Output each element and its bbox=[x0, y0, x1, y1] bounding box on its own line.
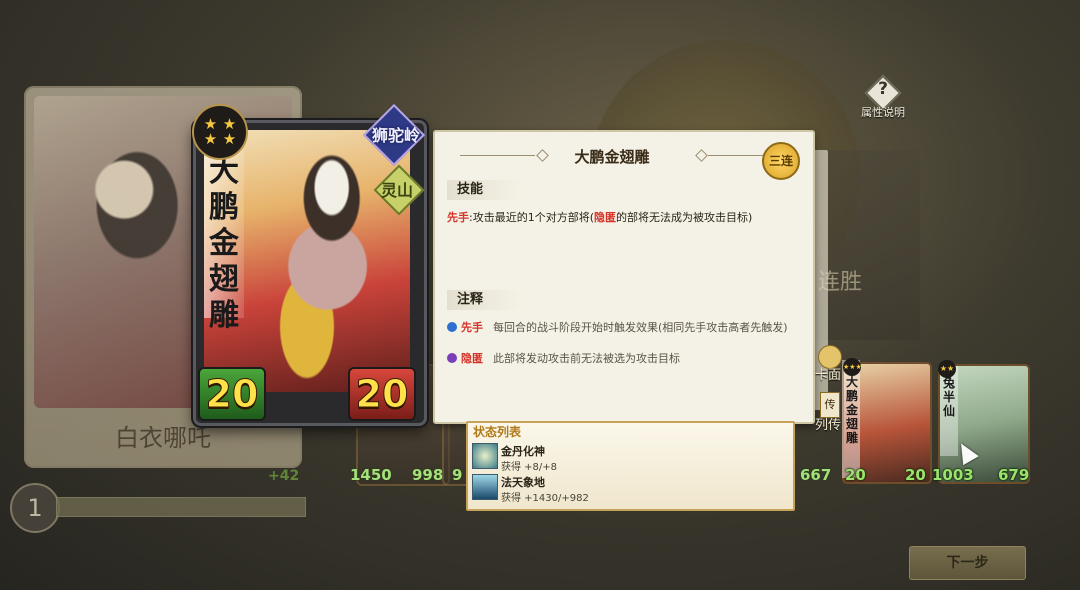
note-item: 先手 每回合的战斗阶段开始时触发效果(相同先手攻击高者先触发) bbox=[447, 320, 797, 335]
roster-card-name: 大鹏金翅雕 bbox=[845, 375, 858, 445]
card-face-tab[interactable]: 卡面 bbox=[815, 364, 841, 383]
sub-faction-label: 灵山 bbox=[380, 181, 413, 200]
stealth-icon bbox=[447, 353, 457, 363]
note-text: 每回合的战斗阶段开始时触发效果(相同先手攻击高者先触发) bbox=[493, 321, 788, 334]
bench-card-attack: 1450 bbox=[350, 466, 392, 484]
next-step-button[interactable]: 下一步 bbox=[909, 546, 1026, 580]
experience-gain: +42 bbox=[268, 468, 300, 484]
biography-tab[interactable]: 列传 bbox=[815, 414, 841, 433]
note-text: 此部将发动攻击前无法被选为攻击目标 bbox=[493, 352, 680, 365]
note-keyword: 先手 bbox=[461, 321, 483, 334]
bench-card-health: 998 bbox=[412, 466, 444, 484]
bench-card-health: 667 bbox=[800, 466, 832, 484]
star-icon: ★ bbox=[203, 130, 218, 148]
globe-icon bbox=[447, 322, 457, 332]
roster-card-name: 兔半仙 bbox=[942, 376, 955, 418]
experience-bar bbox=[56, 497, 306, 517]
notes-header: 注释 bbox=[447, 290, 521, 310]
golden-elixir-icon bbox=[472, 443, 498, 469]
status-list-title: 状态列表 bbox=[473, 425, 522, 439]
giant-form-icon bbox=[472, 474, 498, 500]
health-stat: 20 bbox=[348, 367, 416, 421]
skill-text: 的部将无法成为被攻击目标) bbox=[616, 211, 753, 224]
bench-card-attack: 9 bbox=[452, 466, 463, 484]
star-icon: ★ bbox=[222, 130, 237, 148]
skill-description: 先手:攻击最近的1个对方部将(隐匿的部将无法成为被攻击目标) bbox=[447, 209, 797, 225]
skill-keyword: 先手 bbox=[447, 211, 469, 224]
panel-title: 大鹏金翅雕 bbox=[574, 148, 650, 166]
attribute-help-label[interactable]: 属性说明 bbox=[855, 104, 911, 120]
status-name: 法天象地 bbox=[501, 476, 545, 489]
roster-card-health: 20 bbox=[905, 466, 926, 484]
roster-card-health: 679 bbox=[998, 466, 1030, 484]
note-item: 隐匿 此部将发动攻击前无法被选为攻击目标 bbox=[447, 351, 797, 366]
level-badge: 1 bbox=[10, 483, 60, 533]
hero-info-panel bbox=[433, 130, 815, 424]
skill-text: :攻击最近的1个对方部将( bbox=[469, 211, 594, 224]
hero-name: 大鹏金翅雕 bbox=[209, 154, 239, 333]
roster-card-attack: 20 bbox=[845, 466, 866, 484]
status-name: 金丹化神 bbox=[501, 445, 545, 458]
star-rating: ★ ★ ★ ★ bbox=[192, 104, 248, 160]
roster-card-attack: 1003 bbox=[932, 466, 974, 484]
skill-header: 技能 bbox=[447, 180, 521, 200]
attack-stat: 20 bbox=[198, 367, 266, 421]
skill-keyword: 隐匿 bbox=[594, 211, 616, 224]
note-keyword: 隐匿 bbox=[461, 352, 483, 365]
star-rating: ★★★ bbox=[843, 358, 862, 376]
question-mark-icon[interactable]: ? bbox=[870, 79, 896, 99]
faction-label: 狮驼岭 bbox=[371, 126, 420, 145]
status-gain: 获得 +1430/+982 bbox=[501, 493, 589, 504]
triple-badge: 三连 bbox=[762, 142, 800, 180]
star-rating: ★★ bbox=[938, 360, 956, 378]
status-gain: 获得 +8/+8 bbox=[501, 462, 558, 473]
